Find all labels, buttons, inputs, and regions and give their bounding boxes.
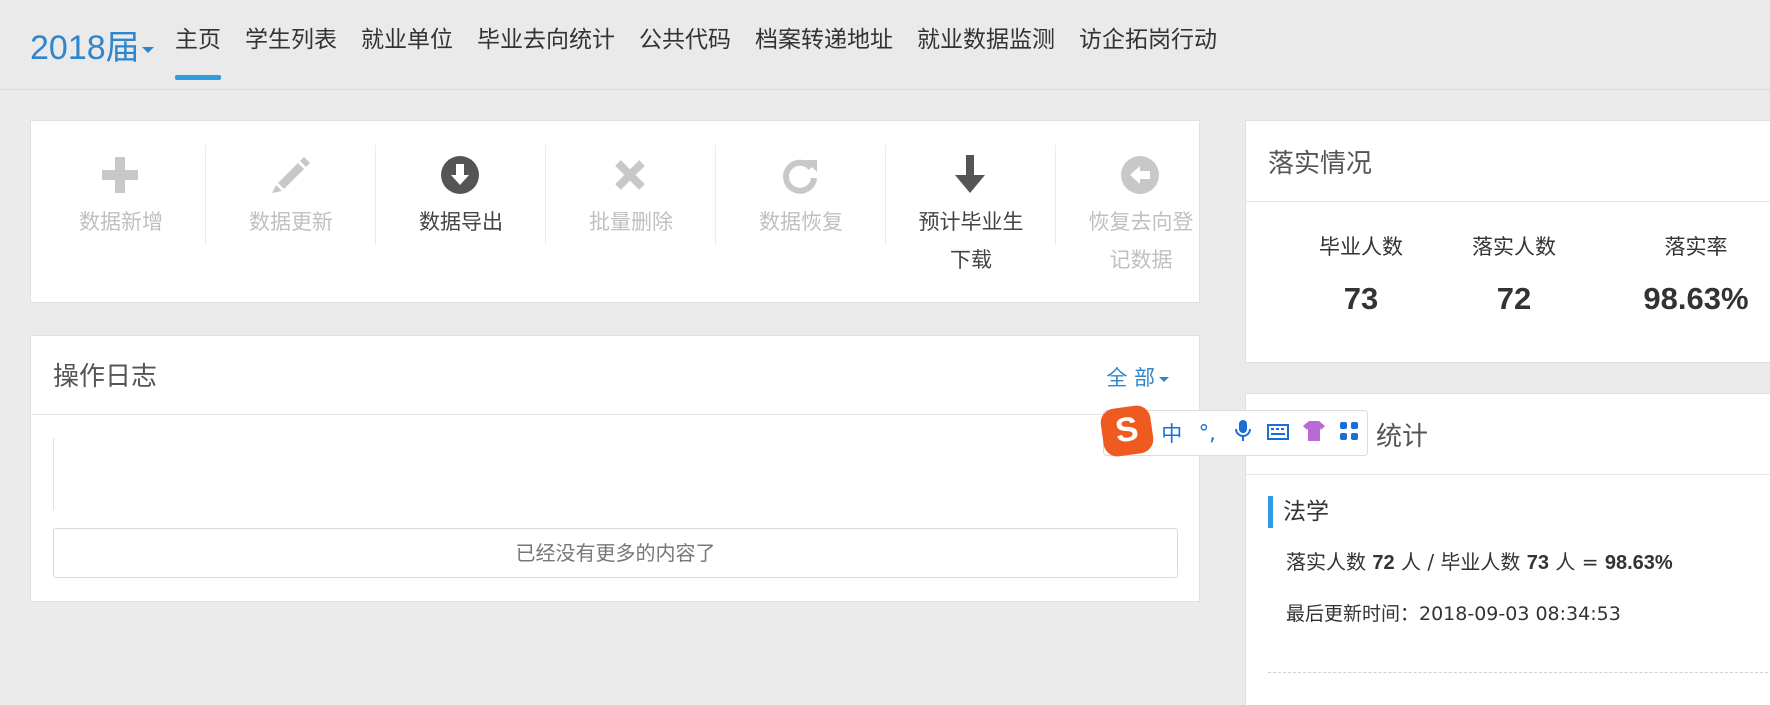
plus-icon (96, 151, 144, 199)
batch-delete-label: 批量删除 (589, 210, 673, 234)
expected-graduates-label: 预计毕业生 下载 (918, 210, 1024, 272)
restore-data-button[interactable]: 数据恢复 (716, 121, 886, 304)
nav-item-public-codes[interactable]: 公共代码 (639, 20, 731, 80)
add-data-label: 数据新增 (79, 210, 163, 234)
year-label: 2018届 (30, 29, 140, 67)
metric-placed: 落实人数 72 (1472, 235, 1556, 316)
detail-title: 统计 (1376, 422, 1429, 452)
arrow-down-icon (946, 151, 994, 199)
metric-rate: 落实率 98.63% (1643, 235, 1749, 316)
caret-down-icon (1159, 376, 1169, 382)
nav-item-enterprise-visit[interactable]: 访企拓岗行动 (1079, 20, 1217, 80)
nav-item-destination-stats[interactable]: 毕业去向统计 (477, 20, 615, 80)
dashed-divider (1268, 672, 1768, 673)
update-data-button[interactable]: 数据更新 (206, 121, 376, 304)
ime-chinese-mode[interactable]: 中 (1154, 418, 1190, 448)
divider (1246, 474, 1770, 475)
no-more-content-button[interactable]: 已经没有更多的内容了 (53, 528, 1178, 578)
expected-graduates-download-button[interactable]: 预计毕业生 下载 (886, 121, 1056, 304)
action-toolbar: 数据新增 数据更新 数据导出 批量删除 数据恢复 预计毕业生 下载 恢复去向登 … (30, 120, 1200, 303)
back-circle-icon (1116, 151, 1164, 199)
restore-destination-button[interactable]: 恢复去向登 记数据 (1056, 121, 1226, 304)
timeline-line (53, 438, 54, 510)
sogou-logo-icon[interactable]: S (1098, 403, 1156, 459)
main-nav: 主页 学生列表 就业单位 毕业去向统计 公共代码 档案转递地址 就业数据监测 访… (175, 20, 1241, 80)
update-data-label: 数据更新 (249, 210, 333, 234)
ime-toolbar[interactable]: S 中 °, (1098, 403, 1368, 459)
export-data-label: 数据导出 (419, 210, 503, 234)
stats-title: 落实情况 (1268, 149, 1373, 179)
restore-data-label: 数据恢复 (759, 210, 843, 234)
apps-icon[interactable] (1332, 421, 1368, 446)
refresh-icon (776, 151, 824, 199)
cross-icon (606, 151, 654, 199)
divider (31, 414, 1199, 415)
log-filter-dropdown[interactable]: 全 部 (1106, 362, 1169, 392)
caret-down-icon (141, 47, 154, 54)
year-selector[interactable]: 2018届 (30, 20, 154, 69)
pencil-icon (266, 151, 314, 199)
download-circle-icon (436, 151, 484, 199)
ime-punctuation[interactable]: °, (1190, 421, 1226, 445)
nav-item-students[interactable]: 学生列表 (245, 20, 337, 80)
mic-icon[interactable] (1225, 419, 1261, 447)
nav-item-employers[interactable]: 就业单位 (361, 20, 453, 80)
divider (1246, 201, 1770, 202)
restore-destination-label: 恢复去向登 记数据 (1088, 210, 1194, 272)
placement-stats-panel: 落实情况 毕业人数 73 落实人数 72 落实率 98.63% (1245, 120, 1770, 363)
top-navbar: 2018届 主页 学生列表 就业单位 毕业去向统计 公共代码 档案转递地址 就业… (0, 0, 1770, 90)
major-name: 法学 (1268, 496, 1329, 528)
nav-item-home[interactable]: 主页 (175, 20, 221, 80)
last-updated: 最后更新时间：2018-09-03 08:34:53 (1286, 603, 1621, 625)
keyboard-icon[interactable] (1261, 421, 1297, 445)
export-data-button[interactable]: 数据导出 (376, 121, 546, 304)
nav-item-data-monitoring[interactable]: 就业数据监测 (917, 20, 1055, 80)
add-data-button[interactable]: 数据新增 (36, 121, 206, 304)
operation-log-panel: 操作日志 全 部 已经没有更多的内容了 (30, 335, 1200, 602)
metric-graduates: 毕业人数 73 (1319, 235, 1403, 316)
placement-summary: 落实人数 72 人 / 毕业人数 73 人 = 98.63% (1286, 550, 1673, 574)
shirt-icon[interactable] (1296, 420, 1332, 446)
nav-item-archive-address[interactable]: 档案转递地址 (755, 20, 893, 80)
batch-delete-button[interactable]: 批量删除 (546, 121, 716, 304)
log-title: 操作日志 (53, 362, 158, 392)
